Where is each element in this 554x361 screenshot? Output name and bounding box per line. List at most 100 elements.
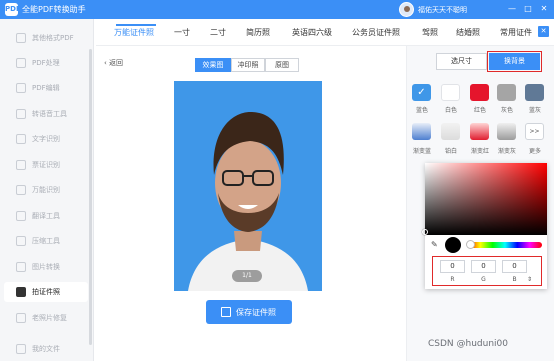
page-indicator: 1/1 xyxy=(232,270,262,282)
app-logo: PDF xyxy=(5,3,21,16)
green-input[interactable]: 0 xyxy=(471,260,496,273)
sidebar-item-label: 老照片修复 xyxy=(32,314,67,322)
tab-resume[interactable]: 简历照 xyxy=(246,27,270,38)
sidebar-scrollbar[interactable] xyxy=(89,49,92,345)
red-input[interactable]: 0 xyxy=(440,260,465,273)
blue-input[interactable]: 0 xyxy=(502,260,527,273)
app-window: PDF 全能PDF转换助手 福佑天天不聪明 — □ ✕ 其他格式PDF PDF处… xyxy=(0,0,554,361)
sidebar-item-pdf-edit[interactable]: PDF编辑 xyxy=(4,78,88,98)
save-label: 保存证件照 xyxy=(236,308,276,317)
tab-marriage[interactable]: 结婚照 xyxy=(456,27,480,38)
color-picker: ✎ 0 0 0 R G B ⇕ xyxy=(422,163,547,289)
minimize-icon[interactable]: — xyxy=(506,3,518,15)
scan-icon xyxy=(16,185,26,195)
swatch-gradient-gray[interactable] xyxy=(497,123,516,140)
title-bar: PDF 全能PDF转换助手 福佑天天不聪明 — □ ✕ xyxy=(0,0,554,19)
active-tab-indicator xyxy=(116,24,156,26)
more-colors-button[interactable]: >> xyxy=(525,123,544,140)
sidebar-item-other-pdf[interactable]: 其他格式PDF xyxy=(4,28,88,48)
app-title: 全能PDF转换助手 xyxy=(22,5,86,14)
swatch-label: 蓝灰 xyxy=(528,107,541,114)
rgb-input-group: 0 0 0 R G B ⇕ xyxy=(432,256,542,286)
tab-common-id[interactable]: 常用证件 xyxy=(500,27,532,38)
sidebar-item-label: 转语音工具 xyxy=(32,110,67,118)
swatch-blue[interactable]: ✓ xyxy=(412,84,431,101)
avatar[interactable] xyxy=(399,2,414,17)
sidebar-item-compress[interactable]: 压缩工具 xyxy=(4,231,88,251)
tab-civil-servant[interactable]: 公务员证件照 xyxy=(352,27,400,38)
sidebar-item-id-photo[interactable]: 拍证件照 xyxy=(4,282,88,302)
portrait-image xyxy=(174,81,322,291)
back-label: 返回 xyxy=(109,59,124,67)
swatch-white[interactable] xyxy=(441,84,460,101)
swatch-label: 红色 xyxy=(473,107,486,114)
sidebar-item-ticket[interactable]: 票证识别 xyxy=(4,155,88,175)
view-original-button[interactable]: 原图 xyxy=(265,58,299,72)
back-button[interactable]: ‹ 返回 xyxy=(104,58,123,68)
tab-one-inch[interactable]: 一寸 xyxy=(174,27,190,38)
format-toggle-icon[interactable]: ⇕ xyxy=(517,276,542,283)
tab-cet[interactable]: 英语四六级 xyxy=(292,27,332,38)
save-icon xyxy=(221,307,231,317)
sidebar-item-label: 拍证件照 xyxy=(32,288,60,296)
maximize-icon[interactable]: □ xyxy=(522,3,534,15)
sidebar-item-my-files[interactable]: 我的文件 xyxy=(4,339,88,359)
sidebar-item-scan[interactable]: 万能识别 xyxy=(4,180,88,200)
sidebar-item-label: PDF编辑 xyxy=(32,84,60,92)
sidebar-item-ocr[interactable]: 文字识别 xyxy=(4,129,88,149)
view-effect-button[interactable]: 效果图 xyxy=(195,58,231,72)
sidebar-item-pdf-tools[interactable]: PDF处理 xyxy=(4,53,88,73)
tab-driver-license[interactable]: 驾照 xyxy=(422,27,438,38)
swatch-label: 更多 xyxy=(528,148,541,155)
swatch-gradient-red[interactable] xyxy=(470,123,489,140)
tab-universal-id[interactable]: 万能证件照 xyxy=(114,27,154,38)
sidebar-item-image[interactable]: 图片转换 xyxy=(4,257,88,277)
swatch-gray[interactable] xyxy=(497,84,516,101)
swatch-red[interactable] xyxy=(470,84,489,101)
sidebar-item-label: 翻译工具 xyxy=(32,212,60,220)
close-icon[interactable]: ✕ xyxy=(538,26,549,37)
sidebar-item-label: 压缩工具 xyxy=(32,237,60,245)
hue-slider-handle[interactable] xyxy=(466,240,475,249)
ticket-icon xyxy=(16,160,26,170)
swatch-label: 渐变灰 xyxy=(497,148,516,155)
swatch-label: 灰色 xyxy=(500,107,513,114)
swatch-blue-gray[interactable] xyxy=(525,84,544,101)
photo-repair-icon xyxy=(16,313,26,323)
swatch-label: 蓝色 xyxy=(415,107,428,114)
watermark: CSDN @huduni00 xyxy=(428,339,509,349)
sidebar-item-label: 图片转换 xyxy=(32,263,60,271)
pdf-edit-icon xyxy=(16,83,26,93)
tab-two-inch[interactable]: 二寸 xyxy=(210,27,226,38)
swatch-label: 铂白 xyxy=(444,148,457,155)
user-name: 福佑天天不聪明 xyxy=(418,6,467,14)
sidebar: 其他格式PDF PDF处理 PDF编辑 转语音工具 文字识别 票证识别 万能识别… xyxy=(0,19,94,361)
green-label: G xyxy=(481,276,486,283)
folder-icon xyxy=(16,344,26,354)
view-print-button[interactable]: 冲印照 xyxy=(231,58,265,72)
choose-size-button[interactable]: 选尺寸 xyxy=(436,53,487,70)
camera-icon xyxy=(16,287,26,297)
translate-icon xyxy=(16,211,26,221)
saturation-value-area[interactable] xyxy=(425,163,547,235)
color-preview xyxy=(445,237,461,253)
pdf-tools-icon xyxy=(16,58,26,68)
id-photo-preview xyxy=(174,81,322,291)
sidebar-item-label: 其他格式PDF xyxy=(32,34,74,42)
highlight-box xyxy=(487,51,542,72)
sidebar-item-photo-repair[interactable]: 老照片修复 xyxy=(4,308,88,328)
hue-slider[interactable] xyxy=(468,242,542,248)
swatch-label: 渐变蓝 xyxy=(412,148,431,155)
swatch-platinum-white[interactable] xyxy=(441,123,460,140)
swatch-gradient-blue[interactable] xyxy=(412,123,431,140)
sidebar-item-voice[interactable]: 转语音工具 xyxy=(4,104,88,124)
tab-bar: 万能证件照 一寸 二寸 简历照 英语四六级 公务员证件照 驾照 结婚照 常用证件 xyxy=(96,19,554,46)
sidebar-item-label: 我的文件 xyxy=(32,345,60,353)
save-id-photo-button[interactable]: 保存证件照 xyxy=(206,300,292,324)
close-icon[interactable]: ✕ xyxy=(538,3,550,15)
sidebar-item-translate[interactable]: 翻译工具 xyxy=(4,206,88,226)
compress-icon xyxy=(16,236,26,246)
sidebar-item-label: PDF处理 xyxy=(32,59,60,67)
color-cursor[interactable] xyxy=(422,229,428,235)
eyedropper-icon[interactable]: ✎ xyxy=(431,240,438,249)
